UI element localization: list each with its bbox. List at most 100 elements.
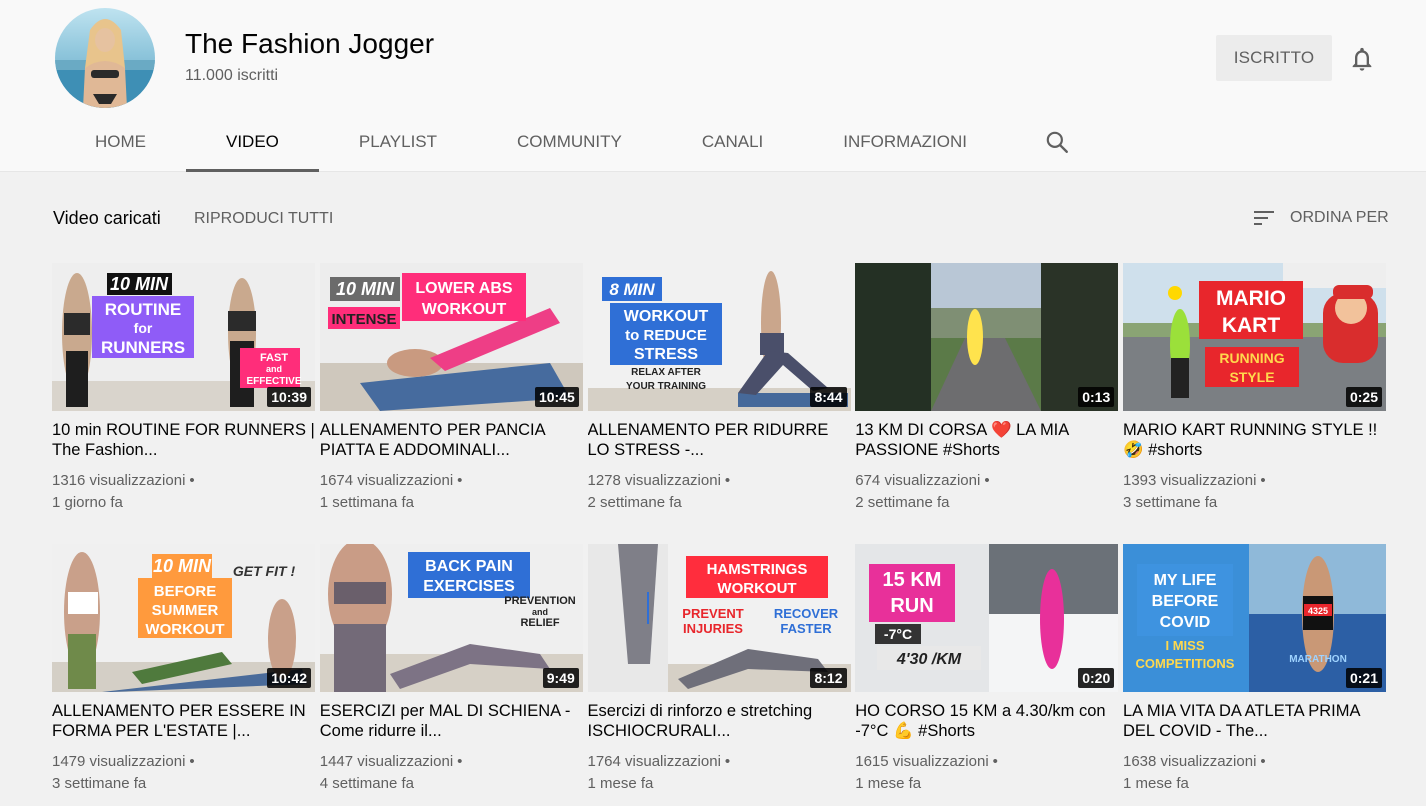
thumbnail-caption: STYLE	[1229, 369, 1274, 385]
video-title[interactable]: MARIO KART RUNNING STYLE !! 🤣 #shorts	[1123, 420, 1386, 460]
thumbnail-caption: MARATHON	[1289, 654, 1347, 665]
video-card[interactable]: BACK PAIN EXERCISES PREVENTION and RELIE…	[319, 544, 583, 806]
video-title[interactable]: ALLENAMENTO PER PANCIA PIATTA E ADDOMINA…	[320, 420, 583, 460]
thumbnail-caption: I MISS	[1165, 638, 1204, 653]
thumbnail-caption: KART	[1222, 314, 1280, 337]
thumbnail-caption: 4'30 /KM	[896, 651, 962, 668]
view-count: 674 visualizzazioni	[855, 472, 981, 489]
thumbnail-caption: HAMSTRINGS	[706, 561, 807, 578]
sort-by-button[interactable]: ORDINA PER	[1252, 206, 1389, 230]
video-thumbnail[interactable]: 10 MIN LOWER ABS WORKOUT INTENSE 10:45	[319, 263, 583, 411]
search-icon[interactable]	[1027, 112, 1087, 172]
thumbnail-caption: BACK PAIN	[425, 558, 513, 575]
channel-tabs: HOME VIDEO PLAYLIST COMMUNITY CANALI INF…	[55, 112, 1087, 172]
video-title[interactable]: LA MIA VITA DA ATLETA PRIMA DEL COVID - …	[1123, 701, 1386, 741]
video-card[interactable]: MARIO KART RUNNING STYLE 0:25 MARIO KART…	[1123, 263, 1386, 544]
video-duration: 0:25	[1345, 387, 1382, 407]
avatar-image	[55, 19, 155, 108]
video-thumbnail[interactable]: 10 MIN ROUTINE for RUNNERS FAST and EFFE…	[52, 263, 315, 411]
upload-age: 3 settimane fa	[52, 775, 147, 792]
thumbnail-caption: RUN	[891, 595, 934, 617]
tab-community[interactable]: COMMUNITY	[477, 112, 662, 172]
thumbnail-caption: MY LIFE	[1154, 572, 1217, 589]
thumbnail-caption: RECOVER	[773, 606, 838, 621]
tab-label: CANALI	[701, 132, 764, 151]
video-title[interactable]: Esercizi di rinforzo e stretching ISCHIO…	[588, 701, 851, 741]
video-thumbnail[interactable]: 4325 MARATHON MY LIFE BEFORE COVID I MIS…	[1123, 544, 1386, 692]
view-count: 1278 visualizzazioni	[587, 472, 721, 489]
thumbnail-caption: FAST	[260, 352, 288, 364]
thumbnail-caption: BEFORE	[1152, 593, 1219, 610]
tab-home[interactable]: HOME	[55, 112, 186, 172]
video-card[interactable]: 10 MIN LOWER ABS WORKOUT INTENSE 10:45 A…	[319, 263, 583, 544]
video-card[interactable]: 10 MIN ROUTINE for RUNNERS FAST and EFFE…	[52, 263, 315, 544]
tab-playlist[interactable]: PLAYLIST	[319, 112, 477, 172]
video-meta: 1764 visualizzazioni • 1 mese fa	[588, 751, 851, 795]
video-thumbnail[interactable]: MARIO KART RUNNING STYLE 0:25	[1123, 263, 1386, 411]
upload-age: 2 settimane fa	[855, 494, 950, 511]
upload-age: 3 settimane fa	[1123, 494, 1218, 511]
video-thumbnail[interactable]: 15 KM RUN -7°C 4'30 /KM 0:20	[855, 544, 1119, 692]
video-thumbnail[interactable]: HAMSTRINGS WORKOUT PREVENT INJURIES RECO…	[587, 544, 851, 692]
video-grid: 10 MIN ROUTINE for RUNNERS FAST and EFFE…	[52, 263, 1386, 806]
thumbnail-caption: to REDUCE	[625, 327, 707, 344]
tab-canali[interactable]: CANALI	[662, 112, 803, 172]
thumbnail-caption: LOWER ABS	[415, 280, 513, 297]
channel-name: The Fashion Jogger	[185, 28, 435, 59]
video-card[interactable]: 4325 MARATHON MY LIFE BEFORE COVID I MIS…	[1123, 544, 1386, 806]
view-count: 1764 visualizzazioni	[587, 753, 721, 770]
video-thumbnail[interactable]: 8 MIN WORKOUT to REDUCE STRESS RELAX AFT…	[587, 263, 851, 411]
video-thumbnail[interactable]: BACK PAIN EXERCISES PREVENTION and RELIE…	[319, 544, 583, 692]
video-title[interactable]: 13 KM DI CORSA ❤️ LA MIA PASSIONE #Short…	[855, 420, 1118, 460]
tab-video[interactable]: VIDEO	[186, 112, 319, 172]
video-title[interactable]: 10 min ROUTINE FOR RUNNERS | The Fashion…	[52, 420, 315, 460]
video-duration: 10:39	[267, 387, 311, 407]
thumbnail-caption: 4325	[1308, 606, 1328, 616]
video-title[interactable]: HO CORSO 15 KM a 4.30/km con -7°C 💪 #Sho…	[855, 701, 1118, 741]
subscribed-button[interactable]: ISCRITTO	[1216, 35, 1332, 81]
thumbnail-caption: 10 MIN	[110, 274, 169, 294]
separator: •	[189, 753, 195, 770]
separator: •	[992, 753, 998, 770]
video-duration: 9:49	[542, 668, 579, 688]
thumbnail-caption: EFFECTIVE	[246, 376, 301, 387]
view-count: 1447 visualizzazioni	[319, 753, 454, 770]
thumbnail-caption: SUMMER	[152, 602, 219, 619]
video-meta: 1479 visualizzazioni • 3 settimane fa	[52, 751, 315, 795]
separator: •	[189, 472, 195, 489]
bell-icon[interactable]	[1348, 45, 1376, 73]
thumbnail-caption: FASTER	[780, 621, 832, 636]
video-thumbnail[interactable]: 10 MIN BEFORE SUMMER WORKOUT GET FIT ! 1…	[52, 544, 315, 692]
thumbnail-caption: MARIO	[1216, 287, 1286, 310]
play-all-button[interactable]: RIPRODUCI TUTTI	[194, 210, 333, 228]
thumbnail-caption: STRESS	[633, 346, 697, 363]
thumbnail-caption: RUNNING	[1219, 350, 1284, 366]
tab-label: VIDEO	[226, 132, 279, 151]
tab-informazioni[interactable]: INFORMAZIONI	[803, 112, 1007, 172]
video-duration: 0:13	[1078, 387, 1115, 407]
thumbnail-caption: and	[266, 364, 282, 374]
video-card[interactable]: HAMSTRINGS WORKOUT PREVENT INJURIES RECO…	[587, 544, 851, 806]
channel-avatar[interactable]	[55, 8, 155, 108]
video-card[interactable]: 15 KM RUN -7°C 4'30 /KM 0:20 HO CORSO 15…	[855, 544, 1119, 806]
video-thumbnail[interactable]: 0:13	[855, 263, 1119, 411]
video-title[interactable]: ESERCIZI per MAL DI SCHIENA - Come ridur…	[320, 701, 583, 741]
view-count: 1479 visualizzazioni	[52, 753, 186, 770]
video-meta: 1393 visualizzazioni • 3 settimane fa	[1123, 470, 1386, 514]
separator: •	[724, 753, 731, 770]
thumbnail-caption: for	[134, 320, 153, 336]
section-title: Video caricati	[53, 208, 161, 228]
video-title[interactable]: ALLENAMENTO PER RIDURRE LO STRESS -...	[588, 420, 851, 460]
video-card[interactable]: 8 MIN WORKOUT to REDUCE STRESS RELAX AFT…	[587, 263, 851, 544]
video-meta: 1674 visualizzazioni • 1 settimana fa	[320, 470, 583, 514]
upload-age: 1 mese fa	[855, 775, 922, 792]
video-title[interactable]: ALLENAMENTO PER ESSERE IN FORMA PER L'ES…	[52, 701, 315, 741]
view-count: 1638 visualizzazioni	[1123, 753, 1257, 770]
thumbnail-caption: INTENSE	[331, 311, 396, 328]
video-card[interactable]: 10 MIN BEFORE SUMMER WORKOUT GET FIT ! 1…	[52, 544, 315, 806]
thumbnail-caption: 10 MIN	[336, 279, 395, 299]
video-card[interactable]: 0:13 13 KM DI CORSA ❤️ LA MIA PASSIONE #…	[855, 263, 1119, 544]
video-duration: 10:42	[267, 668, 311, 688]
thumbnail-caption: YOUR TRAINING	[626, 381, 706, 392]
video-meta: 674 visualizzazioni • 2 settimane fa	[855, 470, 1118, 514]
